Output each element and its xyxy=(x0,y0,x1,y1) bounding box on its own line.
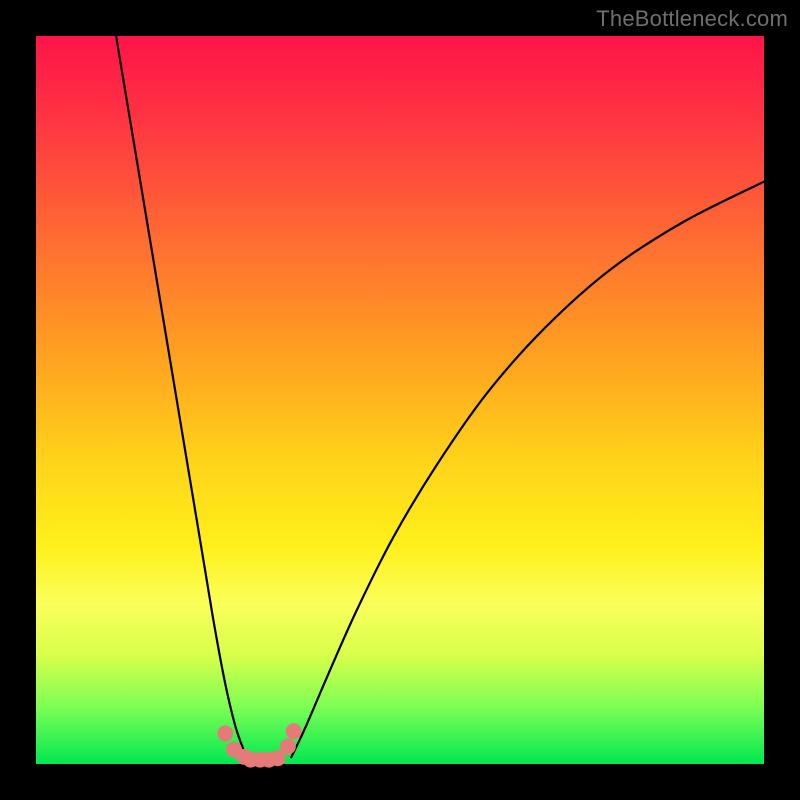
chart-frame: TheBottleneck.com xyxy=(0,0,800,800)
marker-dot xyxy=(280,739,296,755)
curve-left xyxy=(116,36,247,758)
marker-dot xyxy=(217,725,233,741)
marker-dot xyxy=(286,723,302,739)
plot-area xyxy=(36,36,764,764)
curve-layer xyxy=(36,36,764,764)
base-markers xyxy=(217,723,301,767)
curve-right xyxy=(291,182,764,759)
watermark-text: TheBottleneck.com xyxy=(596,6,788,32)
